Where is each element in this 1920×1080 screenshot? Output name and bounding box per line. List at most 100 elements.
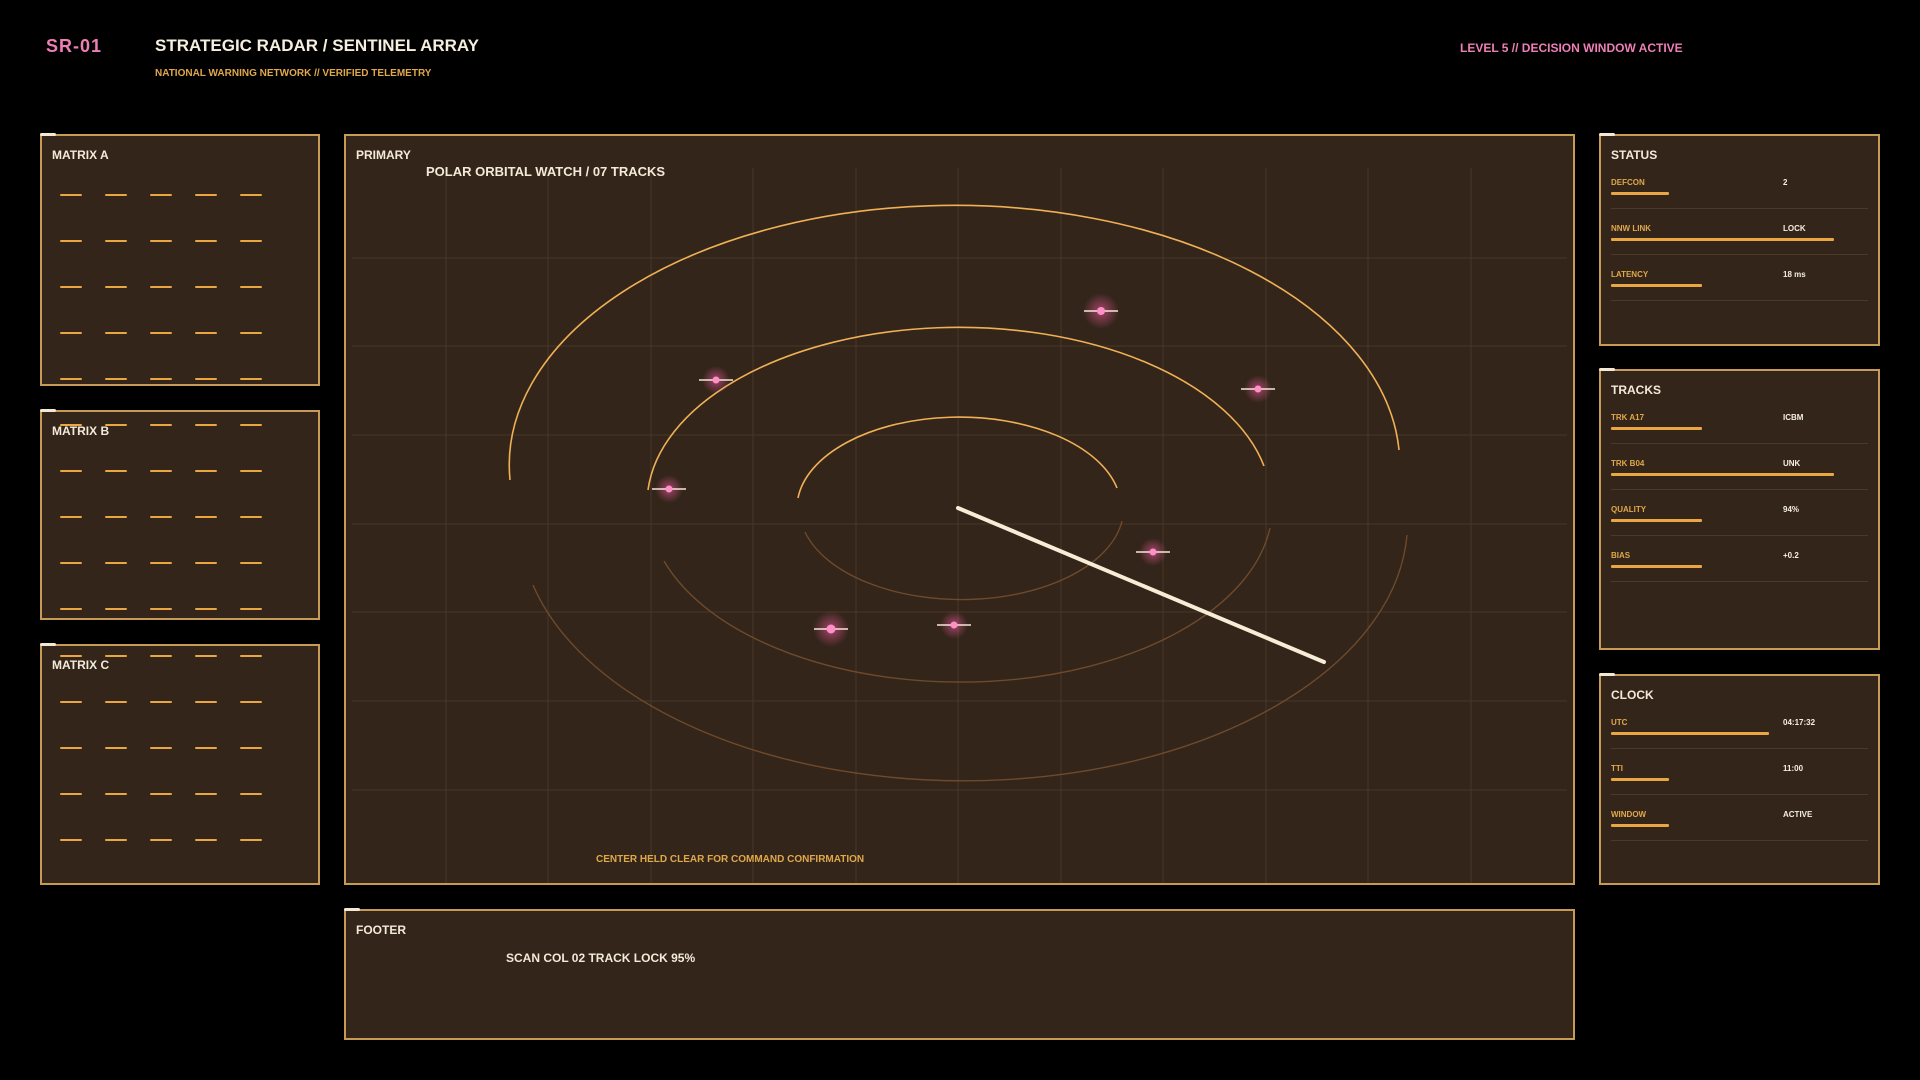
track-blip — [1136, 538, 1170, 566]
matrix-dash — [240, 747, 262, 749]
orbit-rings-far — [532, 520, 1408, 782]
footer-panel: FOOTER SCAN COL 02 TRACK LOCK 95% — [344, 908, 1575, 1040]
row-value: ICBM — [1783, 413, 1804, 422]
track-blip — [813, 611, 849, 647]
row-key: DEFCON — [1611, 178, 1645, 187]
row-divider — [1611, 254, 1868, 255]
row-level-bar — [1611, 732, 1769, 735]
matrix-dash — [240, 516, 262, 518]
matrix-dash — [60, 608, 82, 610]
row-level-bar — [1611, 519, 1702, 522]
row-value: 11:00 — [1783, 764, 1804, 773]
row-key: WINDOW — [1611, 810, 1647, 819]
status-row-nnw-link: NNW LINK LOCK — [1611, 224, 1868, 270]
matrix-dash — [60, 562, 82, 564]
row-value: UNK — [1783, 459, 1801, 468]
matrix-dash — [150, 562, 172, 564]
matrix-dash — [60, 240, 82, 242]
matrix-dash — [195, 332, 217, 334]
status-label: STATUS — [1611, 148, 1658, 162]
matrix-dash — [240, 424, 262, 426]
primary-label: PRIMARY — [356, 148, 411, 162]
tracks-row-trk-b04: TRK B04 UNK — [1611, 459, 1868, 505]
row-key: BIAS — [1611, 551, 1631, 560]
panel-corner-tick — [40, 643, 56, 646]
row-divider — [1611, 208, 1868, 209]
matrix-dash — [195, 194, 217, 196]
matrix-dash — [60, 470, 82, 472]
matrix-dash — [240, 562, 262, 564]
matrix-dash — [195, 562, 217, 564]
matrix-dash — [105, 470, 127, 472]
row-divider — [1611, 535, 1868, 536]
matrix-dash — [60, 332, 82, 334]
matrix-dash — [150, 240, 172, 242]
matrix-dash — [240, 608, 262, 610]
matrix-dash — [240, 655, 262, 657]
matrix-dash — [150, 424, 172, 426]
matrix-dash — [195, 747, 217, 749]
row-level-bar — [1611, 565, 1702, 568]
matrix-dash — [195, 240, 217, 242]
matrix-dash — [105, 424, 127, 426]
matrix-dash — [105, 839, 127, 841]
matrix-dash — [240, 286, 262, 288]
matrix-dash — [240, 839, 262, 841]
row-divider — [1611, 300, 1868, 301]
matrix-dash — [105, 793, 127, 795]
page-subtitle: NATIONAL WARNING NETWORK // VERIFIED TEL… — [155, 68, 432, 79]
status-panel: STATUS DEFCON 2 NNW LINK LOCK LATENCY 18… — [1599, 133, 1880, 346]
matrix-dash — [105, 194, 127, 196]
matrix-dash — [150, 701, 172, 703]
matrix-c-label: MATRIX C — [52, 658, 110, 672]
track-blip — [937, 611, 971, 639]
matrix-dash — [105, 286, 127, 288]
matrix-dash — [195, 608, 217, 610]
matrix-dash — [240, 378, 262, 380]
row-level-bar — [1611, 778, 1669, 781]
clock-row-window: WINDOW ACTIVE — [1611, 810, 1868, 856]
matrix-dash — [150, 194, 172, 196]
matrix-a-label: MATRIX A — [52, 148, 109, 162]
panel-corner-tick — [344, 908, 360, 911]
matrix-dash — [60, 839, 82, 841]
row-key: QUALITY — [1611, 505, 1647, 514]
row-level-bar — [1611, 473, 1834, 476]
primary-subtitle: POLAR ORBITAL WATCH / 07 TRACKS — [426, 164, 666, 179]
matrix-dash — [195, 286, 217, 288]
row-key: LATENCY — [1611, 270, 1649, 279]
matrix-c-panel: MATRIX C — [40, 643, 320, 885]
matrix-dash — [60, 378, 82, 380]
row-value: ACTIVE — [1783, 810, 1813, 819]
tracks-row-trk-a17: TRK A17 ICBM — [1611, 413, 1868, 459]
matrix-dash — [150, 332, 172, 334]
track-blip — [1241, 375, 1275, 403]
clock-row-tti: TTI 11:00 — [1611, 764, 1868, 810]
matrix-dash — [240, 332, 262, 334]
row-value: 18 ms — [1783, 270, 1806, 279]
matrix-dash — [105, 516, 127, 518]
matrix-dash — [150, 793, 172, 795]
matrix-dash — [105, 608, 127, 610]
matrix-dash — [240, 701, 262, 703]
matrix-b-panel: MATRIX B — [40, 409, 320, 620]
matrix-dash — [60, 747, 82, 749]
matrix-dash — [60, 194, 82, 196]
track-blip — [652, 475, 686, 503]
row-divider — [1611, 443, 1868, 444]
status-row-defcon: DEFCON 2 — [1611, 178, 1868, 224]
matrix-dash — [195, 701, 217, 703]
matrix-dash — [195, 839, 217, 841]
panel-corner-tick — [40, 409, 56, 412]
matrix-dash — [150, 286, 172, 288]
row-key: TTI — [1611, 764, 1623, 773]
matrix-dash — [240, 470, 262, 472]
matrix-dash — [150, 608, 172, 610]
row-value: 94% — [1783, 505, 1800, 514]
matrix-dash — [240, 240, 262, 242]
matrix-dash — [150, 655, 172, 657]
status-row-latency: LATENCY 18 ms — [1611, 270, 1868, 316]
tracks-label: TRACKS — [1611, 383, 1661, 397]
track-blip — [699, 366, 733, 394]
row-level-bar — [1611, 824, 1669, 827]
